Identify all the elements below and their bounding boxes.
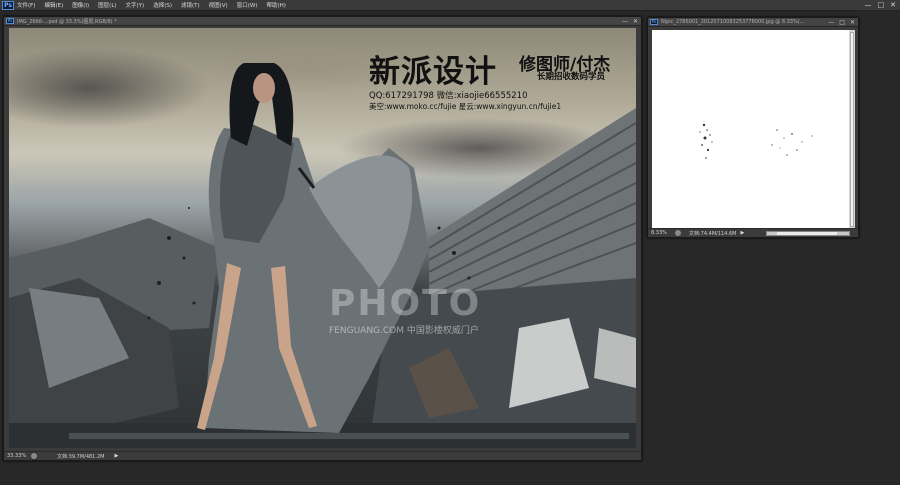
secondary-document-window[interactable]: Ps Nipic_2786001_20120710083253778000.jp…: [647, 17, 859, 238]
main-document-title: IMG_2666-...psd @ 33.3%(图层,RGB/8) *: [17, 18, 117, 25]
main-canvas[interactable]: 新派设计 修图师/付杰 长期招收数码学员 QQ:617291798 微信:xia…: [9, 28, 636, 448]
photoshop-logo-icon: Ps: [2, 0, 14, 10]
main-doc-size: 文档:39.7M/481.2M: [57, 453, 105, 460]
app-window-controls: — □ ✕: [865, 1, 897, 9]
secondary-canvas[interactable]: [652, 30, 850, 233]
menu-filter[interactable]: 滤镜(T): [181, 1, 200, 9]
recruitment-line: 长期招收数码学员: [537, 72, 606, 82]
side-status-info-icon[interactable]: [675, 230, 681, 236]
secondary-horizontal-scrollbar[interactable]: [766, 231, 850, 236]
secondary-document-controls: — □ ✕: [828, 19, 855, 26]
studio-brand-title: 新派设计: [369, 54, 497, 90]
menu-help[interactable]: 帮助(H): [266, 1, 285, 9]
side-status-menu-arrow-icon[interactable]: ▶: [740, 230, 744, 236]
secondary-document-statusbar: 8.33% 文档:74.4M/114.6M ▶: [648, 228, 858, 237]
menu-image[interactable]: 图像(I): [72, 1, 89, 9]
menu-file[interactable]: 文件(F): [17, 1, 35, 9]
side-doc-maximize-button[interactable]: □: [839, 19, 845, 26]
side-doc-minimize-button[interactable]: —: [828, 19, 834, 26]
photo-artwork: [9, 63, 636, 448]
main-document-statusbar: 33.33% 文档:39.7M/481.2M ▶: [4, 451, 641, 460]
menu-edit[interactable]: 编辑(E): [44, 1, 63, 9]
main-doc-close-button[interactable]: ✕: [633, 18, 638, 25]
secondary-scroll-thumb[interactable]: [850, 32, 854, 227]
app-minimize-button[interactable]: —: [865, 1, 872, 9]
secondary-vertical-scrollbar[interactable]: [849, 30, 855, 233]
status-info-icon[interactable]: [31, 453, 37, 459]
watermark-caption: FENGUANG.COM 中国影楼权威门户: [329, 326, 479, 336]
side-doc-close-button[interactable]: ✕: [850, 19, 855, 26]
main-doc-minimize-button[interactable]: —: [622, 18, 628, 25]
watermark-logo: PHOTO: [329, 283, 482, 324]
menu-bar: Ps 文件(F) 编辑(E) 图像(I) 图层(L) 文字(Y) 选择(S) 滤…: [0, 0, 900, 11]
app-maximize-button[interactable]: □: [878, 1, 885, 9]
secondary-hscroll-thumb[interactable]: [777, 232, 837, 235]
side-zoom-level[interactable]: 8.33%: [651, 230, 675, 236]
menu-type[interactable]: 文字(Y): [126, 1, 145, 9]
main-zoom-level[interactable]: 33.33%: [7, 453, 31, 459]
splatter-left: [699, 123, 713, 159]
main-document-controls: — ✕: [622, 18, 638, 25]
ps-file-icon-secondary: Ps: [650, 19, 658, 25]
menu-select[interactable]: 选择(S): [153, 1, 172, 9]
app-close-button[interactable]: ✕: [890, 1, 896, 9]
splatter-texture: [699, 123, 813, 159]
menu-layer[interactable]: 图层(L): [98, 1, 116, 9]
main-document-titlebar[interactable]: Ps IMG_2666-...psd @ 33.3%(图层,RGB/8) * —…: [4, 17, 641, 26]
main-document-window[interactable]: Ps IMG_2666-...psd @ 33.3%(图层,RGB/8) * —…: [3, 16, 642, 461]
secondary-document-title: Nipic_2786001_20120710083253778000.jpg @…: [661, 19, 805, 25]
ground-beam: [69, 433, 629, 439]
status-menu-arrow-icon[interactable]: ▶: [114, 453, 118, 459]
menu-window[interactable]: 窗口(W): [237, 1, 258, 9]
white-panel-far-right: [594, 328, 636, 388]
splatter-right: [771, 129, 813, 156]
secondary-document-titlebar[interactable]: Ps Nipic_2786001_20120710083253778000.jp…: [648, 18, 858, 27]
menu-view[interactable]: 视图(V): [209, 1, 228, 9]
website-links: 美空:www.moko.cc/fujie 星云:www.xingyun.cn/f…: [369, 102, 562, 111]
contact-line: QQ:617291798 微信:xiaojie66555210: [369, 91, 528, 101]
workspace: Ps IMG_2666-...psd @ 33.3%(图层,RGB/8) * —…: [0, 11, 900, 485]
ps-file-icon: Ps: [6, 18, 14, 24]
model-face: [253, 73, 275, 103]
side-doc-size: 文档:74.4M/114.6M: [689, 230, 737, 237]
